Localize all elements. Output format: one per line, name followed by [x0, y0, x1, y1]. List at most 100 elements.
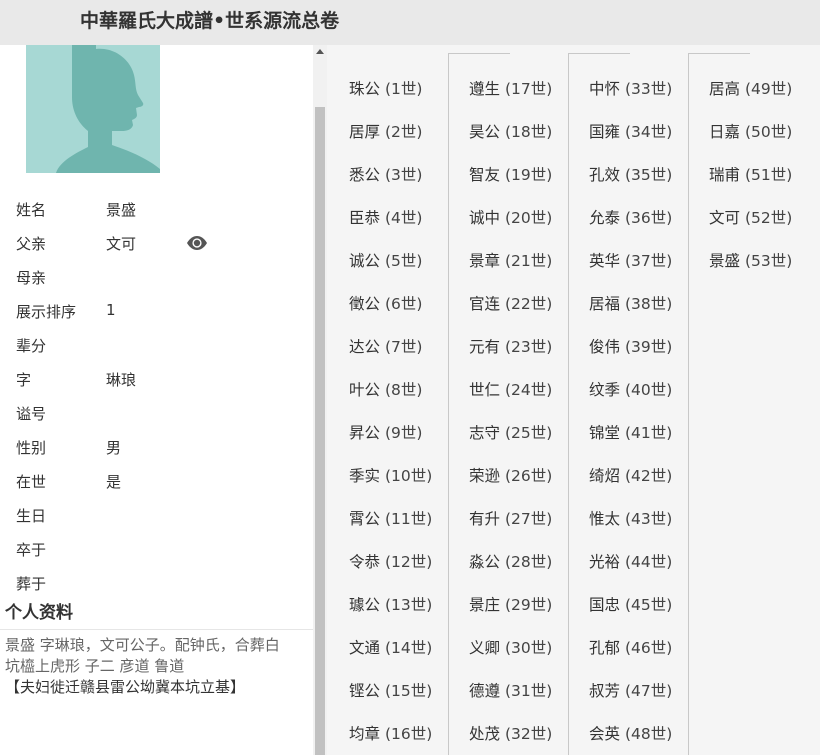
- lineage-item[interactable]: 居福 (38世): [589, 292, 672, 314]
- lineage-item[interactable]: 遵生 (17世): [469, 77, 552, 99]
- lineage-item[interactable]: 令恭 (12世): [349, 550, 432, 572]
- lineage-item[interactable]: 淼公 (28世): [469, 550, 552, 572]
- lineage-item[interactable]: 光裕 (44世): [589, 550, 672, 572]
- lineage-item[interactable]: 会英 (48世): [589, 722, 672, 744]
- lineage-item[interactable]: 德遵 (31世): [469, 679, 552, 701]
- left-panel-scrollbar[interactable]: [313, 45, 327, 755]
- lineage-generation: (2世): [384, 123, 423, 141]
- lineage-item[interactable]: 世仁 (24世): [469, 378, 552, 400]
- lineage-name: 国雍: [589, 123, 621, 141]
- lineage-item[interactable]: 居高 (49世): [709, 77, 792, 99]
- lineage-item[interactable]: 处茂 (32世): [469, 722, 552, 744]
- lineage-item[interactable]: 智友 (19世): [469, 163, 552, 185]
- lineage-item[interactable]: 日嘉 (50世): [709, 120, 792, 142]
- lineage-item[interactable]: 绮炤 (42世): [589, 464, 672, 486]
- lineage-item[interactable]: 瑞甫 (51世): [709, 163, 792, 185]
- lineage-name: 居厚: [349, 123, 381, 141]
- lineage-item[interactable]: 荣逊 (26世): [469, 464, 552, 486]
- lineage-name: 令恭: [349, 553, 381, 571]
- scrollbar-thumb[interactable]: [315, 107, 325, 755]
- avatar: [26, 45, 160, 173]
- lineage-name: 中怀: [589, 80, 621, 98]
- lineage-item[interactable]: 文通 (14世): [349, 636, 432, 658]
- scroll-up-arrow-icon[interactable]: [316, 49, 324, 54]
- lineage-item[interactable]: 悉公 (3世): [349, 163, 422, 185]
- lineage-item[interactable]: 叶公 (8世): [349, 378, 422, 400]
- lineage-item[interactable]: 季实 (10世): [349, 464, 432, 486]
- lineage-name: 荣逊: [469, 467, 501, 485]
- lineage-generation: (5世): [384, 252, 423, 270]
- info-value: 男: [106, 439, 122, 457]
- lineage-name: 有升: [469, 510, 501, 528]
- lineage-item[interactable]: 霄公 (11世): [349, 507, 432, 529]
- lineage-item[interactable]: 达公 (7世): [349, 335, 422, 357]
- lineage-item[interactable]: 国忠 (45世): [589, 593, 672, 615]
- lineage-item[interactable]: 孔效 (35世): [589, 163, 672, 185]
- lineage-generation: (45世): [624, 596, 673, 614]
- lineage-item[interactable]: 璩公 (13世): [349, 593, 432, 615]
- lineage-generation: (46世): [624, 639, 673, 657]
- lineage-generation: (41世): [624, 424, 673, 442]
- lineage-item[interactable]: 叔芳 (47世): [589, 679, 672, 701]
- lineage-name: 景章: [469, 252, 501, 270]
- lineage-item[interactable]: 景章 (21世): [469, 249, 552, 271]
- lineage-generation: (12世): [384, 553, 433, 571]
- lineage-item[interactable]: 中怀 (33世): [589, 77, 672, 99]
- lineage-generation: (48世): [624, 725, 673, 743]
- lineage-generation: (30世): [504, 639, 553, 657]
- lineage-name: 处茂: [469, 725, 501, 743]
- lineage-item[interactable]: 臣恭 (4世): [349, 206, 422, 228]
- lineage-name: 叔芳: [589, 682, 621, 700]
- lineage-item[interactable]: 孔郁 (46世): [589, 636, 672, 658]
- info-label: 生日: [16, 507, 47, 525]
- lineage-column-border: [688, 53, 750, 755]
- lineage-item[interactable]: 昇公 (9世): [349, 421, 422, 443]
- lineage-item[interactable]: 锦堂 (41世): [589, 421, 672, 443]
- lineage-item[interactable]: 志守 (25世): [469, 421, 552, 443]
- lineage-item[interactable]: 珠公 (1世): [349, 77, 422, 99]
- lineage-generation: (33世): [624, 80, 673, 98]
- lineage-item[interactable]: 元有 (23世): [469, 335, 552, 357]
- lineage-item[interactable]: 诚公 (5世): [349, 249, 422, 271]
- lineage-item[interactable]: 均章 (16世): [349, 722, 432, 744]
- lineage-item[interactable]: 官连 (22世): [469, 292, 552, 314]
- lineage-item[interactable]: 铿公 (15世): [349, 679, 432, 701]
- lineage-generation: (15世): [384, 682, 433, 700]
- lineage-name: 绮炤: [589, 467, 621, 485]
- lineage-item[interactable]: 有升 (27世): [469, 507, 552, 529]
- lineage-item[interactable]: 景盛 (53世): [709, 249, 792, 271]
- lineage-generation: (29世): [504, 596, 553, 614]
- person-panel: 姓名 景盛 父亲 文可 母亲 展示排序 1 辈分字琳琅 谥号 性别男在世是生日 卒于 葬于 个人资料 …: [0, 45, 313, 755]
- lineage-item[interactable]: 诚中 (20世): [469, 206, 552, 228]
- lineage-generation: (44世): [624, 553, 673, 571]
- lineage-item[interactable]: 景庄 (29世): [469, 593, 552, 615]
- lineage-generation: (52世): [744, 209, 793, 227]
- lineage-item[interactable]: 惟太 (43世): [589, 507, 672, 529]
- lineage-generation: (37世): [624, 252, 673, 270]
- eye-icon[interactable]: [186, 235, 208, 251]
- lineage-name: 元有: [469, 338, 501, 356]
- lineage-generation: (11世): [384, 510, 433, 528]
- lineage-item[interactable]: 纹季 (40世): [589, 378, 672, 400]
- lineage-generation: (23世): [504, 338, 553, 356]
- lineage-item[interactable]: 俊伟 (39世): [589, 335, 672, 357]
- lineage-item[interactable]: 国雍 (34世): [589, 120, 672, 142]
- info-value: 是: [106, 473, 122, 491]
- lineage-generation: (38世): [624, 295, 673, 313]
- lineage-item[interactable]: 居厚 (2世): [349, 120, 422, 142]
- info-value: 景盛: [106, 201, 137, 219]
- lineage-item[interactable]: 允泰 (36世): [589, 206, 672, 228]
- lineage-item[interactable]: 英华 (37世): [589, 249, 672, 271]
- lineage-item[interactable]: 义卿 (30世): [469, 636, 552, 658]
- info-value: 1: [106, 301, 116, 319]
- lineage-name: 霄公: [349, 510, 381, 528]
- lineage-item[interactable]: 文可 (52世): [709, 206, 792, 228]
- lineage-item[interactable]: 昊公 (18世): [469, 120, 552, 142]
- lineage-name: 锦堂: [589, 424, 621, 442]
- info-label: 卒于: [16, 541, 47, 559]
- lineage-item[interactable]: 徵公 (6世): [349, 292, 422, 314]
- lineage-generation: (32世): [504, 725, 553, 743]
- lineage-generation: (40世): [624, 381, 673, 399]
- lineage-name: 志守: [469, 424, 501, 442]
- page-title: 中華羅氏大成譜•世系源流总卷: [80, 10, 340, 32]
